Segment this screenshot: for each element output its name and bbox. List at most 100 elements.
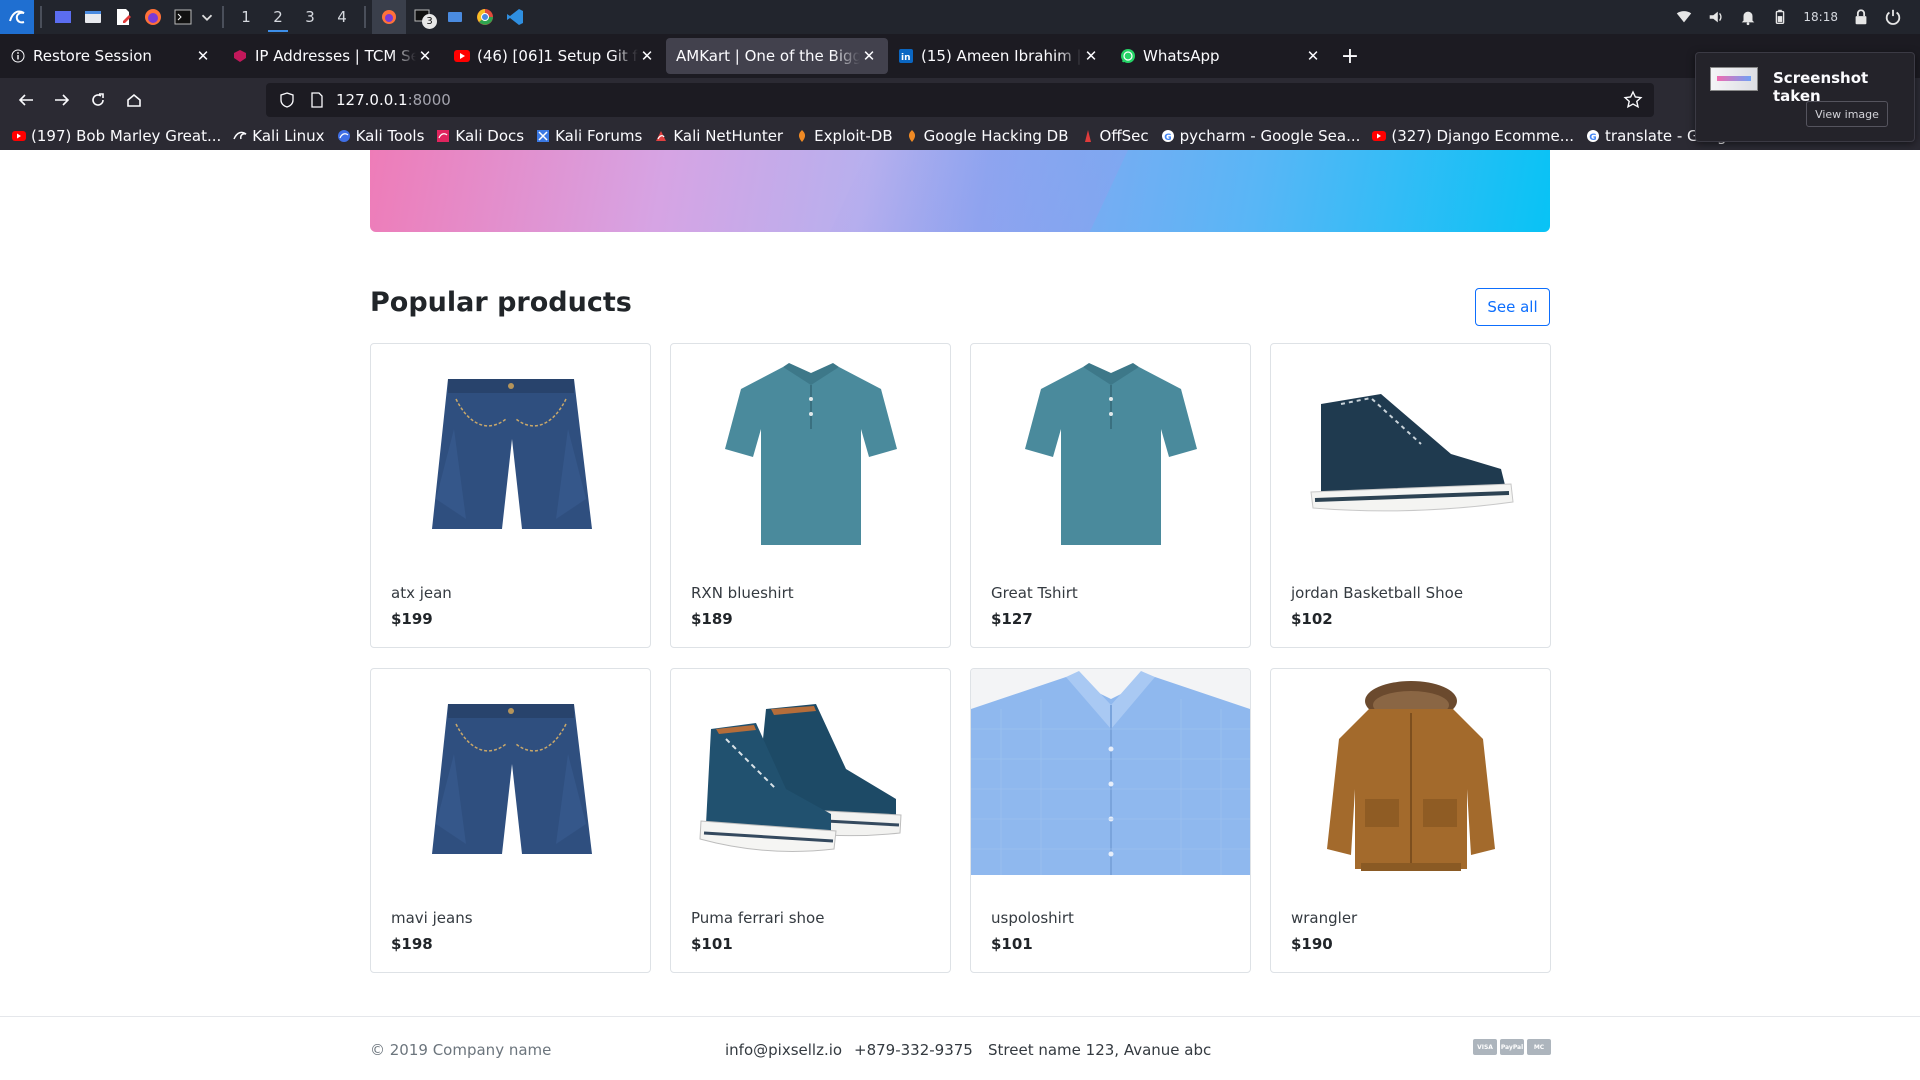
bookmark-item[interactable]: Kali Linux [233,127,325,145]
workspace-4[interactable]: 4 [326,0,358,34]
product-image[interactable] [671,344,950,564]
tab-setup-git[interactable]: (46) [06]1 Setup Git for Pr ✕ [444,38,666,74]
back-button[interactable] [8,82,44,118]
product-name[interactable]: wrangler [1291,909,1357,927]
product-name[interactable]: Puma ferrari shoe [691,909,824,927]
product-card[interactable]: wrangler $190 [1270,668,1551,973]
product-card[interactable]: atx jean $199 [370,343,651,648]
product-card[interactable]: Great Tshirt $127 [970,343,1251,648]
firefox-window-icon[interactable] [372,0,406,34]
wifi-icon[interactable] [1675,8,1693,26]
bookmark-item[interactable]: Google Hacking DB [905,127,1069,145]
bookmark-item[interactable]: Kali NetHunter [654,127,783,145]
product-card[interactable]: uspoloshirt $101 [970,668,1251,973]
show-desktop-icon[interactable] [48,0,78,34]
bookmark-label: OffSec [1099,127,1149,145]
product-image[interactable] [971,669,1250,889]
product-card[interactable]: mavi jeans $198 [370,668,651,973]
close-icon[interactable]: ✕ [1304,47,1322,65]
footer-phone-link[interactable]: +879-332-9375 [854,1041,973,1059]
bookmark-item[interactable]: Kali Tools [337,127,424,145]
sneaker-pair-image [698,704,902,852]
kali-menu-icon[interactable] [0,0,34,34]
product-image[interactable] [671,669,950,889]
tab-whatsapp[interactable]: WhatsApp ✕ [1110,38,1332,74]
power-icon[interactable] [1884,8,1902,26]
tab-amkart[interactable]: AMKart | One of the Biggest C ✕ [666,38,888,74]
battery-icon[interactable] [1771,8,1789,26]
bookmark-item[interactable]: Exploit-DB [795,127,893,145]
notifications-bell-icon[interactable] [1739,8,1757,26]
bookmark-star-icon[interactable] [1622,89,1644,111]
home-icon [127,93,141,107]
product-name[interactable]: RXN blueshirt [691,584,794,602]
product-image[interactable] [971,344,1250,564]
bookmark-item[interactable]: (327) Django Ecomme... [1372,127,1574,145]
reload-icon [92,93,104,106]
product-price: $101 [991,935,1033,953]
home-button[interactable] [116,82,152,118]
page-icon[interactable] [306,89,328,111]
product-card[interactable]: RXN blueshirt $189 [670,343,951,648]
workspace-2[interactable]: 2 [262,0,294,34]
tab-restore-session[interactable]: Restore Session ✕ [0,38,222,74]
terminal-icon[interactable] [168,0,198,34]
product-image[interactable] [1271,344,1550,564]
footer-copyright: © 2019 Company name [370,1041,552,1059]
new-tab-button[interactable]: + [1332,38,1368,74]
screenshot-notification[interactable]: Screenshot taken View image [1695,52,1915,142]
terminal-window-icon[interactable]: 3 [406,0,440,34]
bookmark-item[interactable]: OffSec [1081,127,1149,145]
close-icon[interactable]: ✕ [860,47,878,65]
product-image[interactable] [371,669,650,889]
product-name[interactable]: jordan Basketball Shoe [1291,584,1463,602]
product-name[interactable]: mavi jeans [391,909,473,927]
bookmark-item[interactable]: Kali Docs [436,127,524,145]
chevron-down-icon[interactable] [198,0,216,34]
parka-jacket-image [1326,681,1495,871]
close-icon[interactable]: ✕ [1082,47,1100,65]
bookmark-item[interactable]: Kali Forums [536,127,642,145]
see-all-button[interactable]: See all [1475,288,1550,326]
product-image[interactable] [371,344,650,564]
footer-email-link[interactable]: info@pixsellz.io [725,1041,842,1059]
firefox-icon[interactable] [138,0,168,34]
tab-linkedin[interactable]: in (15) Ameen Ibrahim | Linke ✕ [888,38,1110,74]
exploitdb-icon [795,129,809,143]
url-port: :8000 [407,91,451,109]
bookmark-item[interactable]: Gpycharm - Google Sea... [1161,127,1360,145]
product-price: $127 [991,610,1033,628]
file-manager-icon[interactable] [78,0,108,34]
reload-button[interactable] [80,82,116,118]
volume-icon[interactable] [1707,8,1725,26]
product-card[interactable]: jordan Basketball Shoe $102 [1270,343,1551,648]
chrome-window-icon[interactable] [470,0,500,34]
tab-ip-addresses[interactable]: IP Addresses | TCM Securi ✕ [222,38,444,74]
tab-title: (46) [06]1 Setup Git for Pr [477,47,638,65]
view-image-button[interactable]: View image [1806,101,1888,127]
product-card[interactable]: Puma ferrari shoe $101 [670,668,951,973]
product-image[interactable] [1271,669,1550,889]
forward-button[interactable] [44,82,80,118]
shield-icon[interactable] [276,89,298,111]
svg-text:in: in [901,53,911,63]
workspace-1[interactable]: 1 [230,0,262,34]
taskbar-separator [364,6,366,28]
close-icon[interactable]: ✕ [194,47,212,65]
product-name[interactable]: atx jean [391,584,452,602]
close-icon[interactable]: ✕ [416,47,434,65]
product-price: $198 [391,935,433,953]
lock-screen-icon[interactable] [1852,8,1870,26]
clock[interactable]: 18:18 [1803,10,1838,24]
text-editor-icon[interactable] [108,0,138,34]
close-icon[interactable]: ✕ [638,47,656,65]
url-bar[interactable]: 127.0.0.1:8000 [266,83,1654,117]
product-name[interactable]: Great Tshirt [991,584,1078,602]
vscode-window-icon[interactable] [500,0,530,34]
product-name[interactable]: uspoloshirt [991,909,1074,927]
workspace-3[interactable]: 3 [294,0,326,34]
bookmark-item[interactable]: (197) Bob Marley Great... [12,127,221,145]
bookmarks-toolbar: (197) Bob Marley Great... Kali Linux Kal… [0,122,1920,150]
screenshot-thumbnail[interactable] [1710,67,1758,91]
files-window-icon[interactable] [440,0,470,34]
